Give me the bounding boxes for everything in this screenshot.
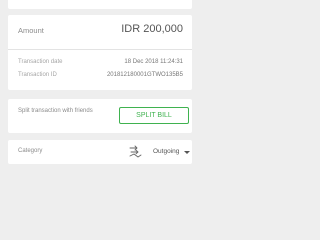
category-selected-value: Outgoing xyxy=(153,148,180,155)
transaction-date-value: 18 Dec 2018 11:24:31 xyxy=(124,59,183,65)
split-transaction-text: Split transaction with friends xyxy=(18,108,93,114)
chevron-down-icon xyxy=(184,151,190,154)
amount-label: Amount xyxy=(18,26,44,35)
transaction-detail-screen: Amount IDR 200,000 Transaction date 18 D… xyxy=(0,0,200,200)
transaction-summary-card: Amount IDR 200,000 Transaction date 18 D… xyxy=(8,15,192,90)
split-bill-button[interactable]: SPLIT BILL xyxy=(119,107,189,124)
amount-row: Amount IDR 200,000 xyxy=(8,15,192,50)
transaction-id-label: Transaction ID xyxy=(18,72,57,78)
outgoing-transfer-icon xyxy=(129,145,142,158)
category-card: Category Outgoing xyxy=(8,140,192,164)
amount-value: IDR 200,000 xyxy=(121,23,183,35)
split-transaction-card: Split transaction with friends SPLIT BIL… xyxy=(8,99,192,133)
category-dropdown[interactable]: Outgoing xyxy=(128,143,190,161)
category-label: Category xyxy=(18,148,43,154)
transaction-date-label: Transaction date xyxy=(18,59,63,65)
transaction-id-value: 20181218000​1GTWO135B5 xyxy=(106,72,183,78)
previous-card-edge xyxy=(8,0,192,9)
